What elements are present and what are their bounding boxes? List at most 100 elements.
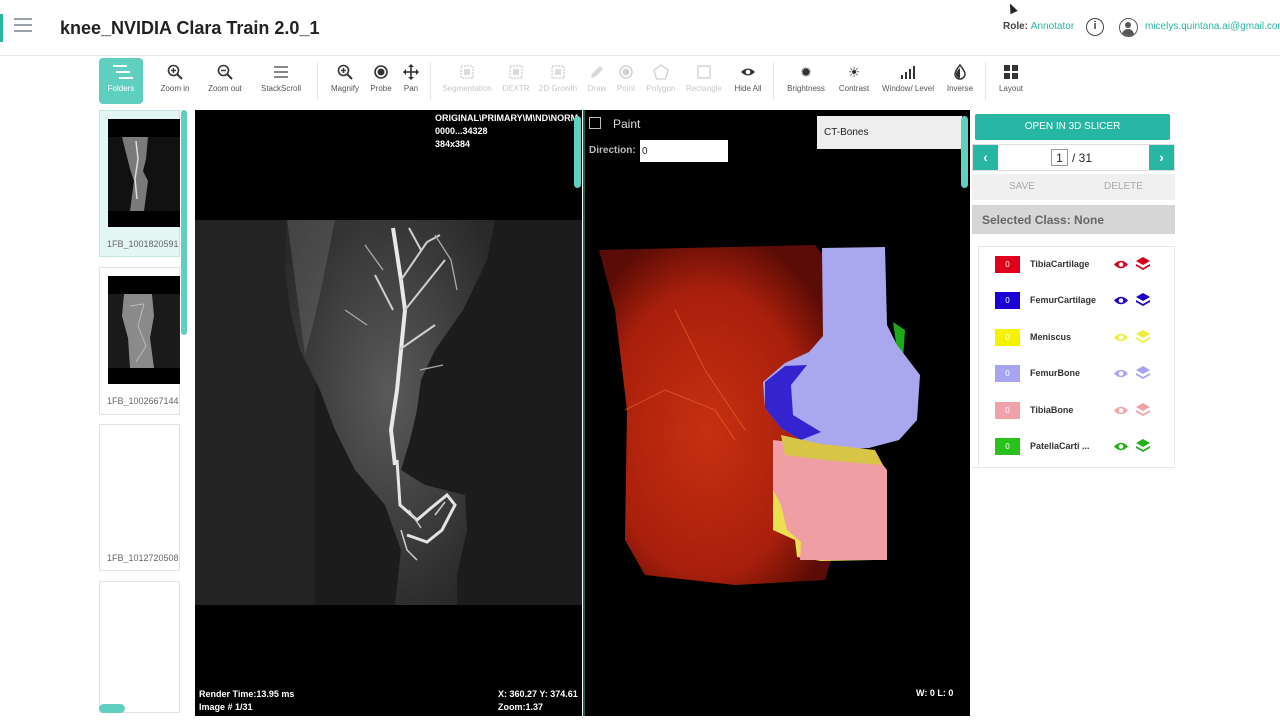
viewport-scrollbar[interactable] [574, 116, 581, 188]
visibility-eye-icon[interactable] [1113, 258, 1129, 271]
label-list-divider [972, 467, 1175, 468]
series-id: 0000...34328 [435, 126, 488, 136]
render-time: Render Time:13.95 ms [199, 689, 295, 699]
2d-growth-button[interactable]: 2D Growth [536, 58, 580, 104]
series-thumbnail-list[interactable]: 1FB_1001820591 1FB_1002667144 1FB_101272… [99, 110, 189, 718]
page-total: / 31 [1072, 151, 1093, 165]
label-row-femur-bone[interactable]: 0 FemurBone [979, 356, 1176, 392]
next-image-button[interactable]: › [1149, 145, 1174, 170]
point-button[interactable]: Point [613, 58, 639, 104]
page-number-input[interactable] [1051, 149, 1068, 166]
inverse-icon [952, 63, 968, 80]
polygon-button[interactable]: Polygon [644, 58, 678, 104]
rectangle-button[interactable]: Rectangle [684, 58, 724, 104]
direction-input[interactable] [640, 140, 728, 162]
label-row-tibia-cartilage[interactable]: 0 TibiaCartilage [979, 247, 1176, 283]
paint-label: Paint [613, 117, 641, 131]
cursor-coordinates: X: 360.27 Y: 374.61 [498, 689, 578, 699]
viewport-scrollbar[interactable] [961, 116, 968, 188]
toolbar: Folders Zoom in Zoom out StackScroll Mag… [0, 56, 1280, 108]
mouse-cursor-icon [1006, 1, 1018, 15]
thumbnail-item[interactable] [99, 581, 180, 713]
window-level-button[interactable]: Window/ Level [878, 58, 938, 104]
prev-image-button[interactable]: ‹ [973, 145, 998, 170]
visibility-eye-icon[interactable] [1113, 367, 1129, 380]
thumbnail-item[interactable]: 1FB_1001820591 [99, 110, 180, 257]
segmentation-button[interactable]: Segmentation [438, 58, 496, 104]
draw-button[interactable]: Draw [584, 58, 610, 104]
layers-icon[interactable] [1135, 438, 1151, 454]
dextr-button[interactable]: DEXTR [500, 58, 532, 104]
layers-icon[interactable] [1135, 256, 1151, 272]
info-icon[interactable]: i [1086, 18, 1104, 36]
layers-icon[interactable] [1135, 402, 1151, 418]
thumbnail-item[interactable]: 1FB_1002667144 [99, 267, 180, 415]
probe-label: Probe [370, 84, 392, 93]
window-level-readout: W: 0 L: 0 [916, 688, 954, 698]
visibility-eye-icon[interactable] [1113, 331, 1129, 344]
direction-label: Direction: [589, 145, 636, 156]
stack-scroll-button[interactable]: StackScroll [258, 58, 304, 104]
image-index: Image # 1/31 [199, 702, 253, 712]
zoom-out-button[interactable]: Zoom out [204, 58, 246, 104]
thumbnail-image [108, 119, 180, 227]
paint-checkbox[interactable] [589, 117, 601, 129]
layers-icon[interactable] [1135, 329, 1151, 345]
layers-icon[interactable] [1135, 365, 1151, 381]
dextr-icon [508, 64, 524, 80]
brightness-button[interactable]: ✹ Brightness [783, 58, 829, 104]
role-value[interactable]: Annotator [1031, 21, 1074, 32]
folders-button[interactable]: Folders [99, 58, 143, 104]
folders-icon [113, 64, 133, 80]
label-color-swatch: 0 [995, 292, 1020, 309]
polygon-icon [653, 64, 669, 80]
hamburger-menu-icon[interactable] [14, 18, 32, 32]
viewport-2d[interactable]: ORIGINAL\PRIMARY\M\ND\NORM 0000...34328 … [195, 110, 582, 716]
label-row-tibia-bone[interactable]: 0 TibiaBone [979, 393, 1176, 429]
user-email[interactable]: micelys.quintana.ai@gmail.com [1145, 21, 1280, 32]
label-color-swatch: 0 [995, 402, 1020, 419]
volume-preset-select[interactable]: CT-Bones [817, 116, 962, 149]
visibility-eye-icon[interactable] [1113, 440, 1129, 453]
user-avatar-icon[interactable] [1119, 18, 1138, 37]
toolbar-divider [430, 62, 431, 100]
volume-render-image [585, 110, 970, 716]
polygon-label: Polygon [646, 84, 676, 93]
visibility-eye-icon[interactable] [1113, 404, 1129, 417]
window-level-label: Window/ Level [881, 84, 935, 93]
layout-grid-icon [1003, 64, 1019, 80]
probe-button[interactable]: Probe [367, 58, 395, 104]
zoom-out-label: Zoom out [208, 84, 242, 93]
hide-all-button[interactable]: Hide All [731, 58, 765, 104]
contrast-button[interactable]: ☀ Contrast [834, 58, 874, 104]
layers-icon[interactable] [1135, 292, 1151, 308]
header-accent [0, 14, 3, 42]
inverse-button[interactable]: Inverse [943, 58, 977, 104]
rectangle-label: Rectangle [685, 84, 723, 93]
label-row-patella-cartilage[interactable]: 0 PatellaCarti ... [979, 429, 1176, 465]
thumbnail-label: 1FB_1001820591 [107, 239, 179, 249]
probe-icon [373, 64, 389, 80]
save-button[interactable]: SAVE [1009, 181, 1035, 192]
thumbnail-label: 1FB_1002667144 [107, 396, 179, 406]
role-label: Role: [1003, 21, 1028, 32]
pan-button[interactable]: Pan [398, 58, 424, 104]
series-description: ORIGINAL\PRIMARY\M\ND\NORM [435, 113, 579, 123]
horizontal-scrollbar[interactable] [99, 704, 125, 713]
thumbnail-scrollbar[interactable] [181, 110, 187, 335]
label-row-meniscus[interactable]: 0 Meniscus [979, 320, 1176, 356]
delete-button[interactable]: DELETE [1104, 181, 1143, 192]
viewport-3d[interactable]: Paint Direction: CT-Bones W: 0 L: 0 [583, 110, 970, 716]
draw-label: Draw [587, 84, 607, 93]
visibility-eye-icon[interactable] [1113, 294, 1129, 307]
2d-growth-icon [550, 64, 566, 80]
magnify-button[interactable]: Magnify [327, 58, 363, 104]
thumbnail-item[interactable]: 1FB_1012720508 [99, 424, 180, 571]
layout-button[interactable]: Layout [995, 58, 1027, 104]
contrast-icon: ☀ [847, 64, 861, 80]
zoom-in-button[interactable]: Zoom in [156, 58, 194, 104]
open-3d-slicer-button[interactable]: OPEN IN 3D SLICER [975, 114, 1170, 140]
segmentation-icon [459, 64, 475, 80]
brightness-icon: ✹ [800, 64, 812, 80]
label-row-femur-cartilage[interactable]: 0 FemurCartilage [979, 283, 1176, 319]
